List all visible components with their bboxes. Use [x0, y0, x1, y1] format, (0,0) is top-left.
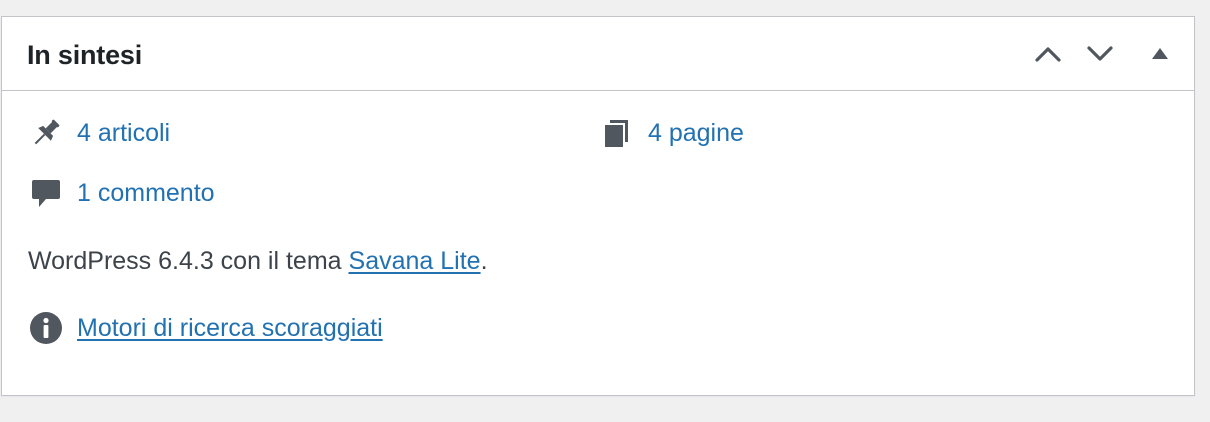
at-a-glance-widget: In sintesi 4 articoli 4 pagine 1 comment…: [1, 16, 1195, 396]
pages-stat: 4 pagine: [600, 116, 744, 150]
toggle-panel-button[interactable]: [1134, 28, 1186, 80]
triangle-up-icon: [1152, 47, 1168, 59]
widget-header[interactable]: In sintesi: [2, 17, 1194, 91]
pin-icon: [29, 116, 63, 150]
wordpress-version-text: WordPress 6.4.3 con il tema: [28, 247, 349, 275]
widget-header-actions: [1022, 17, 1194, 90]
comments-link[interactable]: 1 commento: [77, 178, 215, 208]
wordpress-version-line: WordPress 6.4.3 con il tema Savana Lite.: [28, 246, 488, 276]
search-engines-notice: Motori di ricerca scoraggiati: [29, 311, 383, 345]
move-up-button[interactable]: [1022, 28, 1074, 80]
posts-link[interactable]: 4 articoli: [77, 118, 170, 148]
move-down-button[interactable]: [1074, 28, 1126, 80]
chevron-up-icon: [1035, 46, 1061, 62]
comment-icon: [29, 176, 63, 210]
info-icon: [29, 311, 63, 345]
theme-link[interactable]: Savana Lite: [349, 247, 481, 275]
chevron-down-icon: [1087, 45, 1113, 61]
posts-stat: 4 articoli: [29, 116, 170, 150]
wordpress-version-period: .: [480, 247, 488, 275]
widget-body: 4 articoli 4 pagine 1 commento WordPress: [2, 91, 1194, 395]
comments-stat: 1 commento: [29, 176, 215, 210]
search-engines-link[interactable]: Motori di ricerca scoraggiati: [77, 313, 383, 343]
pages-link[interactable]: 4 pagine: [648, 118, 744, 148]
widget-title: In sintesi: [27, 40, 143, 70]
pages-icon: [600, 116, 634, 150]
